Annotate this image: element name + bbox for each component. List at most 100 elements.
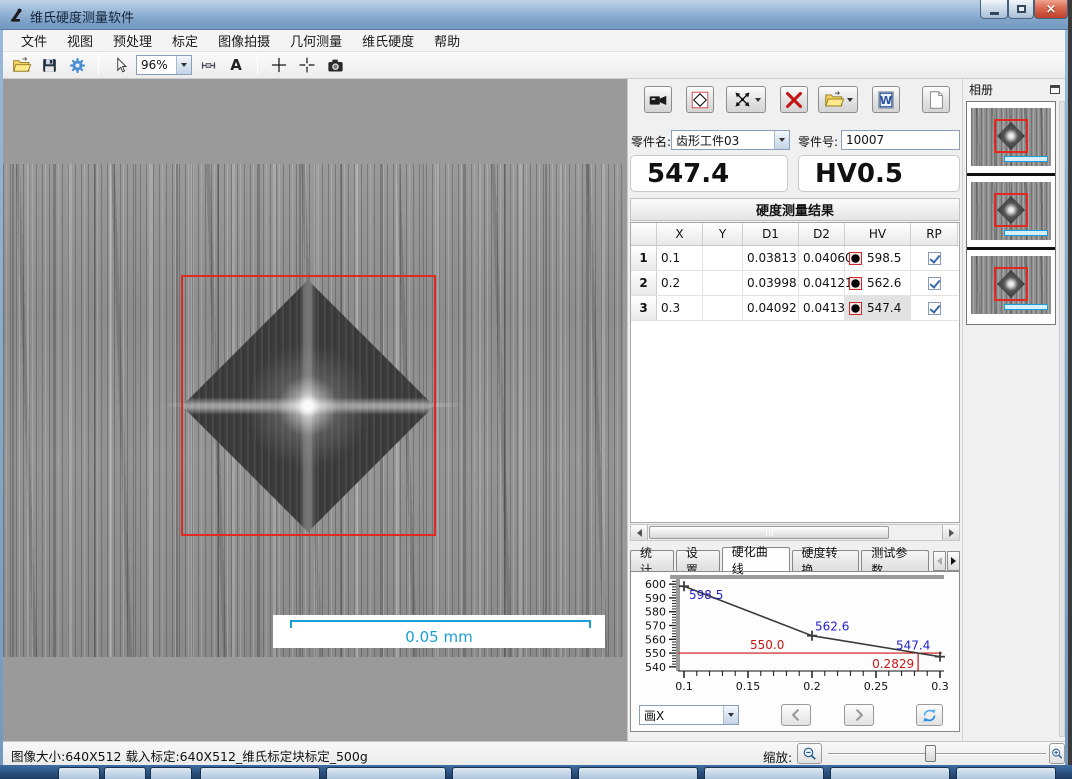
new-document-button[interactable]: [922, 86, 950, 113]
open-result-button[interactable]: [818, 86, 858, 113]
menu-geometry-measure[interactable]: 几何测量: [280, 28, 352, 53]
combo-arrow[interactable]: [723, 706, 738, 724]
taskbar-button[interactable]: [830, 767, 950, 779]
image-viewer[interactable]: 0.05 mm: [3, 79, 628, 741]
menu-image-capture[interactable]: 图像拍摄: [208, 28, 280, 53]
hv-marker-icon[interactable]: [849, 302, 862, 315]
hv-marker-icon[interactable]: [849, 252, 862, 265]
video-capture-button[interactable]: [644, 86, 672, 113]
crosshair-center-icon: [297, 55, 317, 75]
title-bar[interactable]: 维氏硬度测量软件 ×: [0, 0, 1068, 30]
zoom-slider-handle[interactable]: [925, 745, 936, 762]
delete-x-icon: [783, 89, 805, 111]
album-scrollbar[interactable]: [1059, 101, 1065, 737]
export-word-button[interactable]: W: [872, 86, 900, 113]
cross-tool-button[interactable]: [267, 54, 291, 76]
tab-test-parameters[interactable]: 测试参数: [861, 550, 929, 571]
float-panel-icon[interactable]: [1050, 85, 1060, 94]
svg-text:0.15: 0.15: [736, 680, 761, 693]
magnifier-minus-icon: [801, 745, 818, 762]
tab-scroller: [933, 551, 960, 571]
select-tool-button[interactable]: [108, 54, 132, 76]
album-panel: 相册: [962, 79, 1065, 741]
menu-file[interactable]: 文件: [11, 28, 57, 53]
menu-preprocess[interactable]: 预处理: [103, 28, 162, 53]
window-border-right: [1065, 30, 1068, 765]
cell-y: [703, 246, 743, 270]
minimize-button[interactable]: [980, 0, 1008, 19]
combo-arrow[interactable]: [774, 131, 789, 149]
zoom-in-button[interactable]: [1049, 743, 1065, 764]
refresh-chart-button[interactable]: [916, 704, 943, 726]
zoom-out-button[interactable]: [797, 743, 822, 764]
next-point-button[interactable]: [844, 704, 874, 726]
delete-result-button[interactable]: [780, 86, 808, 113]
cell-rp: [911, 271, 958, 295]
thumbnail-1[interactable]: [967, 102, 1055, 176]
rp-checkbox[interactable]: [928, 252, 941, 265]
scrollbar-thumb[interactable]: [649, 526, 889, 539]
scroll-left-button[interactable]: [631, 525, 648, 540]
tab-settings[interactable]: 设置: [676, 550, 720, 571]
results-title: 硬度测量结果: [630, 198, 960, 221]
indent-detect-button[interactable]: [686, 86, 714, 113]
center-tool-button[interactable]: [295, 54, 319, 76]
taskbar-button[interactable]: [104, 767, 146, 779]
hardness-scale-display: HV0.5: [798, 155, 960, 192]
combo-arrow[interactable]: [176, 56, 191, 74]
menu-view[interactable]: 视图: [57, 28, 103, 53]
hv-marker-icon[interactable]: [849, 277, 862, 290]
status-text: 图像大小:640X512 载入标定:640X512_维氏标定块标定_500g: [11, 746, 368, 765]
specimen-image[interactable]: 0.05 mm: [3, 164, 623, 657]
capture-button[interactable]: [323, 54, 347, 76]
triangle-left-icon: [637, 529, 642, 537]
measurement-roi-box[interactable]: [181, 275, 436, 536]
table-row-selected[interactable]: 3 0.3 0.04092 0.04139 547.4: [631, 296, 959, 321]
table-hscrollbar[interactable]: [630, 524, 960, 541]
part-number-input[interactable]: 10007: [841, 130, 960, 150]
app-icon: [8, 6, 25, 23]
zoom-level-combobox[interactable]: 96%: [136, 55, 192, 75]
text-tool-button[interactable]: A: [224, 54, 248, 76]
taskbar-button[interactable]: [452, 767, 572, 779]
toolbar-separator: [98, 55, 99, 75]
menu-vickers-hardness[interactable]: 维氏硬度: [352, 28, 424, 53]
tab-statistics[interactable]: 统计: [630, 550, 674, 571]
rp-checkbox[interactable]: [928, 302, 941, 315]
maximize-button[interactable]: [1008, 0, 1034, 19]
taskbar-button[interactable]: [956, 767, 1056, 779]
settings-button[interactable]: [65, 54, 89, 76]
thumbnail-2[interactable]: [967, 176, 1055, 250]
menu-calibration[interactable]: 标定: [162, 28, 208, 53]
thumbnail-3[interactable]: [967, 250, 1055, 324]
measure-tool-button[interactable]: [196, 54, 220, 76]
taskbar-button[interactable]: [578, 767, 698, 779]
tab-scroll-right-button[interactable]: [947, 551, 960, 571]
auto-measure-button[interactable]: [726, 86, 766, 113]
chevron-right-icon: [851, 707, 867, 723]
taskbar-button[interactable]: [704, 767, 824, 779]
taskbar-button[interactable]: [150, 767, 192, 779]
taskbar-button[interactable]: [200, 767, 320, 779]
hardness-scale: HV0.5: [815, 159, 903, 189]
open-button[interactable]: [9, 54, 33, 76]
close-button[interactable]: ×: [1034, 0, 1068, 19]
chevron-down-icon: [181, 63, 187, 67]
save-button[interactable]: [37, 54, 61, 76]
taskbar-button[interactable]: [58, 767, 100, 779]
zoom-slider-track[interactable]: [828, 753, 1046, 755]
cell-hv: 547.4: [845, 296, 911, 320]
tab-hardening-curve[interactable]: 硬化曲线: [722, 547, 790, 571]
prev-point-button[interactable]: [781, 704, 811, 726]
chart-series-combobox[interactable]: 画X: [639, 705, 739, 725]
taskbar-button[interactable]: [326, 767, 446, 779]
tab-hardness-conversion[interactable]: 硬度转换: [792, 550, 860, 571]
table-row[interactable]: 2 0.2 0.03998 0.04121 562.6: [631, 271, 959, 296]
rp-checkbox[interactable]: [928, 277, 941, 290]
scale-bracket: [290, 620, 591, 628]
scroll-right-button[interactable]: [942, 525, 959, 540]
tab-scroll-left-button[interactable]: [933, 551, 946, 571]
part-name-combobox[interactable]: 齿形工件03: [671, 130, 790, 150]
table-row[interactable]: 1 0.1 0.03813 0.04060 598.5: [631, 246, 959, 271]
menu-help[interactable]: 帮助: [424, 28, 470, 53]
